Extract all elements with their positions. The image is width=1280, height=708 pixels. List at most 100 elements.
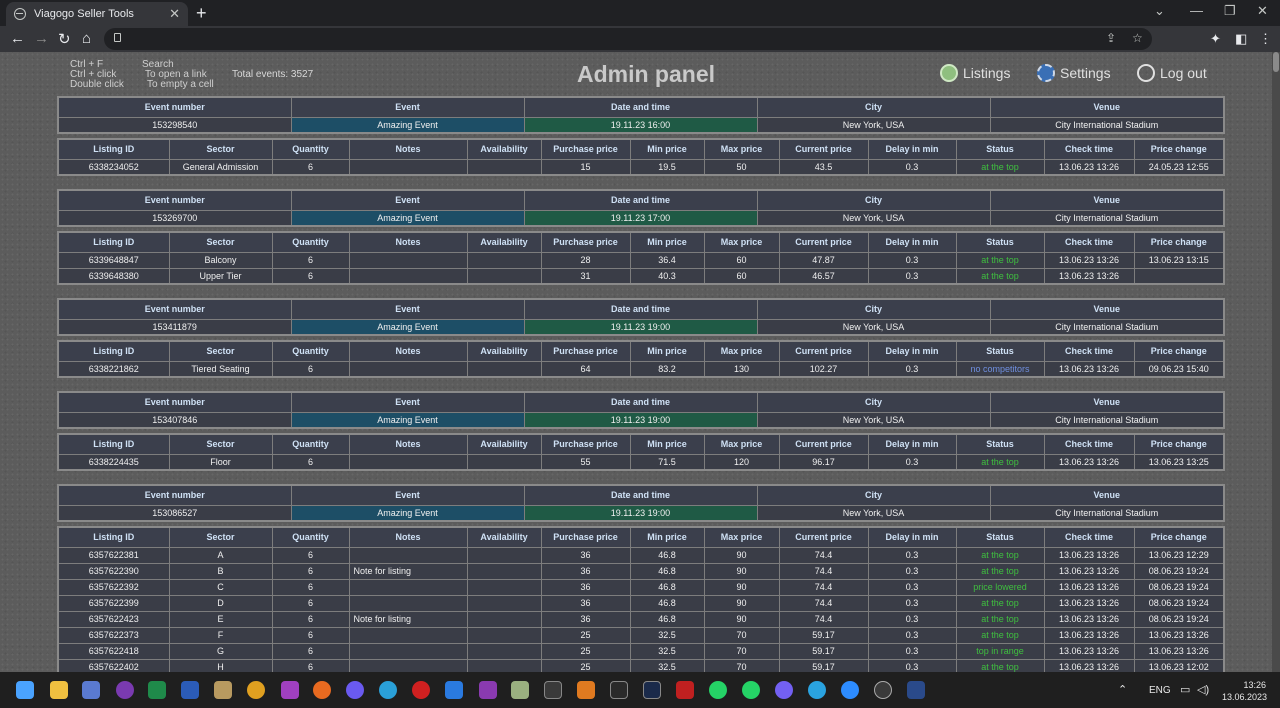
listing-cell-status[interactable]: no competitors [955, 360, 1045, 378]
listing-cell-current-price[interactable]: 74.4 [778, 610, 869, 628]
console-icon[interactable] [610, 681, 628, 699]
listings-link[interactable]: Listings [940, 64, 1010, 82]
event-venue-cell[interactable]: City International Stadium [989, 209, 1225, 227]
listing-cell-quantity[interactable]: 6 [271, 360, 350, 378]
listing-cell-listing-id[interactable]: 6357622402 [57, 658, 170, 672]
listing-cell-check-time[interactable]: 13.06.23 13:26 [1043, 594, 1135, 612]
whatsapp-business-icon[interactable] [742, 681, 760, 699]
listing-cell-min-price[interactable]: 46.8 [629, 546, 705, 564]
chevron-up-icon[interactable]: ⌃ [1118, 683, 1127, 696]
whatsapp-icon[interactable] [709, 681, 727, 699]
listing-cell-delay-in-min[interactable]: 0.3 [867, 626, 957, 644]
listing-cell-price-change[interactable]: 13.06.23 12:02 [1133, 658, 1225, 672]
listing-cell-availability[interactable] [466, 578, 542, 596]
listing-cell-delay-in-min[interactable]: 0.3 [867, 562, 957, 580]
extensions-icon[interactable]: ✦ [1210, 31, 1221, 47]
event-city-cell[interactable]: New York, USA [756, 116, 991, 134]
listing-cell-max-price[interactable]: 90 [703, 546, 780, 564]
new-tab-button[interactable]: + [196, 3, 207, 24]
listing-cell-status[interactable]: at the top [955, 158, 1045, 176]
listing-cell-min-price[interactable]: 40.3 [629, 267, 705, 285]
listing-cell-notes[interactable] [348, 626, 468, 644]
listing-cell-quantity[interactable]: 6 [271, 562, 350, 580]
listing-cell-listing-id[interactable]: 6357622399 [57, 594, 170, 612]
listing-cell-status[interactable]: at the top [955, 594, 1045, 612]
listing-cell-check-time[interactable]: 13.06.23 13:26 [1043, 267, 1135, 285]
logout-link[interactable]: Log out [1137, 64, 1207, 82]
listing-cell-check-time[interactable]: 13.06.23 13:26 [1043, 251, 1135, 269]
listing-cell-price-change[interactable]: 08.06.23 19:24 [1133, 578, 1225, 596]
side-panel-icon[interactable]: ◧ [1235, 31, 1247, 47]
share-icon[interactable]: ⇪ [1106, 31, 1116, 45]
listing-cell-purchase-price[interactable]: 25 [540, 658, 631, 672]
listing-cell-min-price[interactable]: 46.8 [629, 562, 705, 580]
listing-cell-delay-in-min[interactable]: 0.3 [867, 546, 957, 564]
close-window-icon[interactable]: ✕ [1257, 3, 1268, 19]
listing-cell-price-change[interactable] [1133, 267, 1225, 285]
listing-cell-notes[interactable] [348, 642, 468, 660]
listing-cell-purchase-price[interactable]: 31 [540, 267, 631, 285]
listing-cell-min-price[interactable]: 32.5 [629, 626, 705, 644]
listing-cell-min-price[interactable]: 46.8 [629, 578, 705, 596]
event-number-cell[interactable]: 153411879 [57, 318, 292, 336]
listing-cell-max-price[interactable]: 70 [703, 626, 780, 644]
listing-cell-delay-in-min[interactable]: 0.3 [867, 658, 957, 672]
listing-cell-max-price[interactable]: 90 [703, 610, 780, 628]
listing-cell-sector[interactable]: E [168, 610, 273, 628]
event-datetime-cell[interactable]: 19.11.23 16:00 [523, 116, 758, 134]
listing-cell-max-price[interactable]: 50 [703, 158, 780, 176]
event-number-cell[interactable]: 153086527 [57, 504, 292, 522]
opera-icon[interactable] [412, 681, 430, 699]
listing-cell-status[interactable]: at the top [955, 251, 1045, 269]
listing-cell-listing-id[interactable]: 6357622418 [57, 642, 170, 660]
event-name-cell[interactable]: Amazing Event [290, 504, 525, 522]
listing-cell-availability[interactable] [466, 453, 542, 471]
event-name-cell[interactable]: Amazing Event [290, 116, 525, 134]
listing-cell-current-price[interactable]: 74.4 [778, 594, 869, 612]
listing-cell-sector[interactable]: Balcony [168, 251, 273, 269]
listing-cell-delay-in-min[interactable]: 0.3 [867, 360, 957, 378]
listing-cell-current-price[interactable]: 59.17 [778, 658, 869, 672]
listing-cell-quantity[interactable]: 6 [271, 594, 350, 612]
reload-icon[interactable]: ↻ [58, 30, 71, 48]
listing-cell-status[interactable]: at the top [955, 626, 1045, 644]
telegram-icon[interactable] [808, 681, 826, 699]
word-icon[interactable] [181, 681, 199, 699]
listing-cell-current-price[interactable]: 43.5 [778, 158, 869, 176]
listing-cell-notes[interactable]: Note for listing [348, 610, 468, 628]
listing-cell-sector[interactable]: H [168, 658, 273, 672]
listing-cell-current-price[interactable]: 46.57 [778, 267, 869, 285]
excel-icon[interactable] [148, 681, 166, 699]
event-number-cell[interactable]: 153269700 [57, 209, 292, 227]
listing-cell-sector[interactable]: Tiered Seating [168, 360, 273, 378]
app-icon[interactable] [577, 681, 595, 699]
filezilla-icon[interactable] [676, 681, 694, 699]
listing-cell-quantity[interactable]: 6 [271, 453, 350, 471]
listing-cell-min-price[interactable]: 83.2 [629, 360, 705, 378]
listing-cell-current-price[interactable]: 102.27 [778, 360, 869, 378]
listing-cell-min-price[interactable]: 32.5 [629, 658, 705, 672]
listing-cell-quantity[interactable]: 6 [271, 267, 350, 285]
listing-cell-purchase-price[interactable]: 28 [540, 251, 631, 269]
event-venue-cell[interactable]: City International Stadium [989, 504, 1225, 522]
address-bar[interactable]: ⇪ ☆ [104, 28, 1152, 50]
listing-cell-current-price[interactable]: 74.4 [778, 562, 869, 580]
listing-cell-max-price[interactable]: 60 [703, 251, 780, 269]
listing-cell-quantity[interactable]: 6 [271, 578, 350, 596]
listing-cell-purchase-price[interactable]: 25 [540, 642, 631, 660]
listing-cell-quantity[interactable]: 6 [271, 158, 350, 176]
event-number-cell[interactable]: 153407846 [57, 411, 292, 429]
event-city-cell[interactable]: New York, USA [756, 504, 991, 522]
listing-cell-quantity[interactable]: 6 [271, 642, 350, 660]
event-datetime-cell[interactable]: 19.11.23 19:00 [523, 318, 758, 336]
listing-cell-purchase-price[interactable]: 25 [540, 626, 631, 644]
event-name-cell[interactable]: Amazing Event [290, 411, 525, 429]
listing-cell-notes[interactable] [348, 158, 468, 176]
listing-cell-status[interactable]: at the top [955, 267, 1045, 285]
listing-cell-quantity[interactable]: 6 [271, 658, 350, 672]
listing-cell-check-time[interactable]: 13.06.23 13:26 [1043, 642, 1135, 660]
listing-cell-status[interactable]: price lowered [955, 578, 1045, 596]
listing-cell-availability[interactable] [466, 626, 542, 644]
listing-cell-listing-id[interactable]: 6339648380 [57, 267, 170, 285]
bookmark-star-icon[interactable]: ☆ [1132, 31, 1143, 45]
